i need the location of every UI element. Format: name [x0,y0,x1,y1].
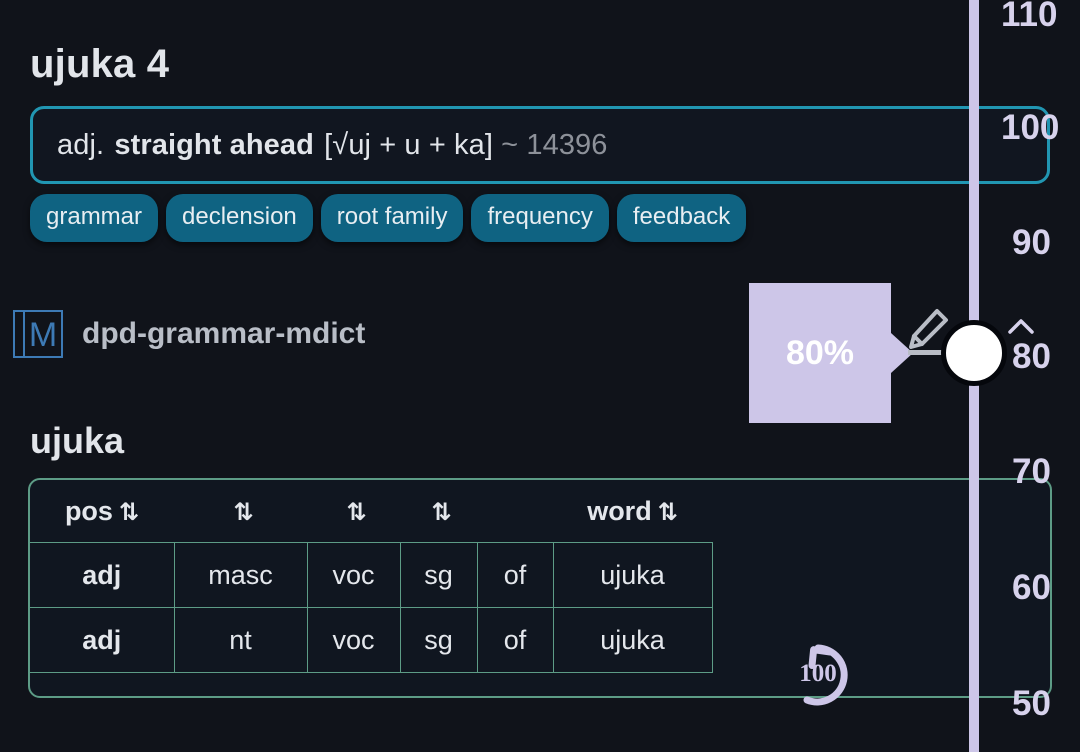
cell-word: ujuka [552,607,713,673]
entry-page: ujuka 4 adj. straight ahead [√uj + u + k… [0,0,1080,752]
cell-case: voc [306,542,401,608]
cell-case: voc [306,607,401,673]
column-header-case[interactable]: ⇅ [307,480,400,543]
column-header-pos-label: pos [64,495,113,526]
sort-icon-number[interactable]: ⇅ [425,498,451,526]
cell-of: of [476,607,554,673]
page-title: ujuka 4 [30,42,170,86]
cell-number: sg [399,607,478,673]
table-row: adj nt voc sg of ujuka [30,607,713,673]
column-header-number[interactable]: ⇅ [400,480,477,543]
mdict-book-icon: M [10,308,66,360]
cell-pos: adj [30,542,175,608]
cell-of: of [476,542,554,608]
declension-table-body: adj masc voc sg of ujuka adj nt voc sg o… [30,542,713,673]
column-header-gender[interactable]: ⇅ [174,480,307,543]
table-row: adj masc voc sg of ujuka [30,542,713,608]
tag-feedback[interactable]: feedback [616,194,747,242]
table-header-row: pos ⇅ ⇅ ⇅ ⇅ word ⇅ [30,480,712,543]
tag-declension[interactable]: declension [166,194,313,242]
summary-meaning: straight ahead [114,128,314,161]
cell-gender: nt [173,607,308,673]
summary-frequency: ~ 14396 [501,128,608,161]
entry-summary-line: adj. straight ahead [√uj + u + ka] ~ 143… [57,129,608,162]
summary-construction: [√uj + u + ka] [324,128,493,161]
cell-gender: masc [173,542,308,608]
column-header-pos[interactable]: pos ⇅ [30,480,174,543]
sort-icon-case[interactable]: ⇅ [340,498,366,526]
sort-icon-pos[interactable]: ⇅ [113,498,139,526]
tag-row: grammar declension root family frequency… [30,194,747,242]
cell-word: ujuka [552,542,713,608]
tag-root-family[interactable]: root family [320,194,464,242]
dictionary-source-row: M dpd-grammar-mdict [10,308,365,360]
sort-icon-gender[interactable]: ⇅ [227,498,253,526]
tag-frequency[interactable]: frequency [471,194,609,242]
word-section-title: ujuka [30,420,125,461]
column-header-word-label: word [587,495,652,526]
dictionary-source-name: dpd-grammar-mdict [82,317,366,350]
tag-grammar[interactable]: grammar [30,194,159,242]
summary-pos: adj. [57,128,105,161]
declension-table-head: pos ⇅ ⇅ ⇅ ⇅ word ⇅ [30,480,712,543]
entry-summary-box[interactable]: adj. straight ahead [√uj + u + ka] ~ 143… [30,106,1050,184]
sort-icon-word[interactable]: ⇅ [652,498,678,526]
declension-table-frame: pos ⇅ ⇅ ⇅ ⇅ word ⇅ adj masc voc sg of ujuk… [28,478,1052,698]
cell-number: sg [399,542,478,608]
column-header-word[interactable]: word ⇅ [553,480,712,543]
column-header-of [477,480,553,543]
cell-pos: adj [30,607,175,673]
svg-text:M: M [29,316,57,354]
declension-table: pos ⇅ ⇅ ⇅ ⇅ word ⇅ adj masc voc sg of ujuk… [30,480,713,673]
